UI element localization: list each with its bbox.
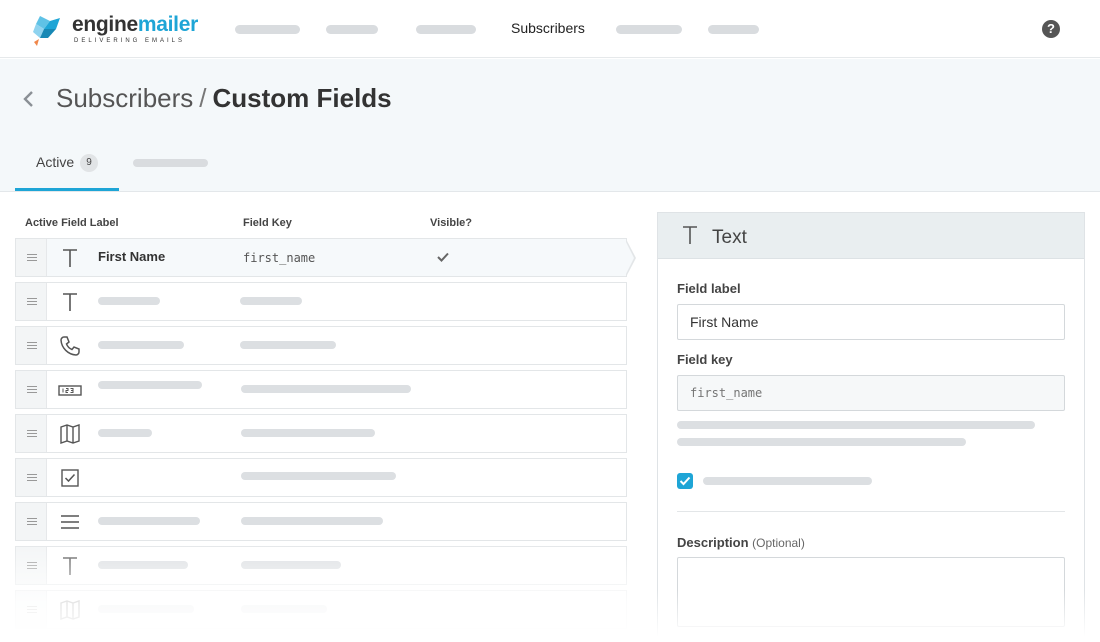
label-placeholder — [98, 605, 194, 613]
description-title: Description (Optional) — [677, 535, 805, 550]
field-label-input[interactable] — [677, 304, 1065, 340]
nav-item-placeholder[interactable] — [708, 25, 759, 34]
logo-tagline: DELIVERING EMAILS — [74, 38, 186, 44]
logo-main-text: engine — [72, 13, 138, 36]
drag-handle-icon[interactable] — [16, 371, 47, 408]
drag-handle-icon[interactable] — [16, 547, 47, 584]
tab-placeholder[interactable] — [133, 159, 208, 167]
key-placeholder — [241, 472, 396, 480]
label-placeholder — [98, 341, 184, 349]
drag-handle-icon[interactable] — [16, 503, 47, 540]
field-type-label: Text — [712, 227, 747, 248]
page-header: Subscribers / Custom Fields Active 9 — [0, 59, 1100, 192]
key-placeholder — [240, 297, 302, 305]
field-key-input[interactable] — [677, 375, 1065, 411]
description-title-text: Description — [677, 535, 749, 550]
table-row[interactable]: First Name first_name — [15, 238, 627, 277]
app-logo[interactable]: enginemailer DELIVERING EMAILS — [30, 12, 198, 48]
top-navigation: enginemailer DELIVERING EMAILS Subscribe… — [0, 0, 1100, 58]
label-placeholder — [98, 429, 152, 437]
logo-mark-icon — [33, 16, 60, 46]
nav-item-placeholder[interactable] — [616, 25, 682, 34]
table-row[interactable] — [15, 282, 627, 321]
selection-pointer-inner — [625, 240, 634, 276]
map-icon — [60, 600, 80, 620]
logo-wordmark: enginemailer — [72, 13, 198, 37]
checkmark-icon — [437, 252, 449, 262]
label-placeholder — [98, 561, 188, 569]
breadcrumb-parent[interactable]: Subscribers — [56, 83, 193, 113]
drag-handle-icon[interactable] — [16, 283, 47, 320]
table-row[interactable] — [15, 502, 627, 541]
checkbox-label-placeholder — [703, 477, 872, 485]
back-button[interactable] — [20, 87, 36, 111]
map-icon — [60, 424, 80, 444]
table-row[interactable] — [15, 458, 627, 497]
field-key: first_name — [243, 251, 316, 265]
field-editor-panel: Text Field label Field key Description (… — [657, 212, 1085, 642]
label-placeholder — [98, 517, 200, 525]
breadcrumb-separator: / — [199, 83, 207, 113]
field-key-title: Field key — [677, 352, 733, 367]
drag-handle-icon[interactable] — [16, 459, 47, 496]
key-placeholder — [241, 517, 383, 525]
label-placeholder — [98, 381, 202, 389]
text-icon — [683, 226, 697, 244]
nav-item-placeholder[interactable] — [235, 25, 300, 34]
label-placeholder — [98, 297, 160, 305]
table-row[interactable] — [15, 414, 627, 453]
drag-handle-icon[interactable] — [16, 415, 47, 452]
checkmark-icon — [679, 476, 691, 486]
nav-item-subscribers[interactable]: Subscribers — [511, 20, 585, 36]
description-textarea[interactable] — [677, 557, 1065, 627]
text-icon — [63, 557, 77, 575]
tab-count-badge: 9 — [80, 154, 98, 172]
chevron-left-icon — [23, 91, 33, 107]
description-optional: (Optional) — [752, 536, 805, 550]
field-label-title: Field label — [677, 281, 741, 296]
table-row[interactable] — [15, 326, 627, 365]
drag-handle-icon[interactable] — [16, 239, 47, 276]
text-icon — [63, 293, 77, 311]
key-placeholder — [241, 429, 375, 437]
checkbox-icon — [61, 469, 79, 487]
drag-handle-icon[interactable] — [16, 327, 47, 364]
column-header-visible: Visible? — [430, 217, 472, 229]
panel-divider — [677, 511, 1065, 512]
text-icon — [63, 249, 77, 267]
logo-accent-text: mailer — [137, 13, 198, 36]
page-title: Custom Fields — [212, 83, 392, 113]
visible-checkbox[interactable] — [677, 473, 693, 489]
breadcrumb: Subscribers / Custom Fields — [56, 83, 392, 114]
panel-header: Text — [658, 213, 1084, 259]
help-text-placeholder — [677, 421, 1035, 429]
tab-active-label: Active — [36, 154, 75, 170]
column-header-label: Active Field Label — [25, 217, 119, 229]
list-icon — [61, 515, 79, 529]
table-row[interactable] — [15, 370, 627, 409]
nav-item-placeholder[interactable] — [326, 25, 378, 34]
key-placeholder — [241, 605, 327, 613]
key-placeholder — [240, 341, 336, 349]
field-label: First Name — [98, 249, 166, 264]
question-circle-icon[interactable]: ? — [1042, 20, 1060, 38]
key-placeholder — [241, 561, 341, 569]
table-row[interactable] — [15, 590, 627, 629]
help-text-placeholder — [677, 438, 966, 446]
tab-active[interactable]: Active 9 — [15, 143, 119, 191]
table-row[interactable] — [15, 546, 627, 585]
nav-item-placeholder[interactable] — [416, 25, 476, 34]
key-placeholder — [241, 385, 411, 393]
column-header-key: Field Key — [243, 217, 292, 229]
drag-handle-icon[interactable] — [16, 591, 47, 628]
number-icon — [58, 385, 82, 396]
phone-icon — [60, 336, 80, 356]
